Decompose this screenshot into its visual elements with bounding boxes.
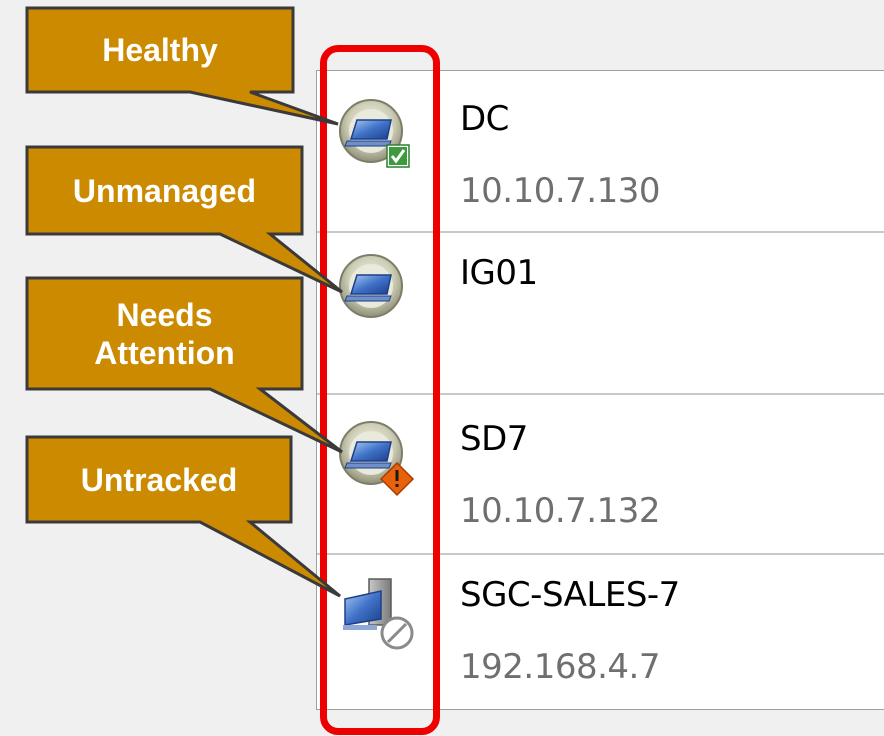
callout-needs-attention-label: Needs Attention	[94, 296, 235, 371]
device-row-ig01[interactable]: IG01	[317, 233, 884, 393]
device-row-sd7[interactable]: SD7 10.10.7.132	[317, 395, 884, 553]
device-ip: 10.10.7.130	[460, 171, 660, 211]
computer-untracked-icon	[343, 578, 414, 650]
device-name: SD7	[460, 419, 528, 459]
device-list: DC 10.10.7.130 IG01 SD7 10.10.7.132 SGC-…	[316, 70, 884, 710]
device-row-dc[interactable]: DC 10.10.7.130	[317, 71, 884, 231]
callout-healthy-label: Healthy	[102, 32, 218, 68]
device-name: SGC-SALES-7	[460, 575, 680, 615]
device-name: IG01	[460, 253, 538, 293]
computer-unmanaged-icon	[339, 254, 403, 318]
device-ip: 10.10.7.132	[460, 491, 660, 531]
device-name: DC	[460, 99, 509, 139]
callout-untracked-label: Untracked	[80, 461, 238, 498]
computer-healthy-icon	[339, 99, 410, 168]
computer-warning-icon	[339, 421, 415, 497]
device-ip: 192.168.4.7	[460, 647, 660, 687]
device-row-sgc-sales-7[interactable]: SGC-SALES-7 192.168.4.7	[317, 555, 884, 711]
callout-unmanaged-label: Unmanaged	[72, 172, 257, 209]
